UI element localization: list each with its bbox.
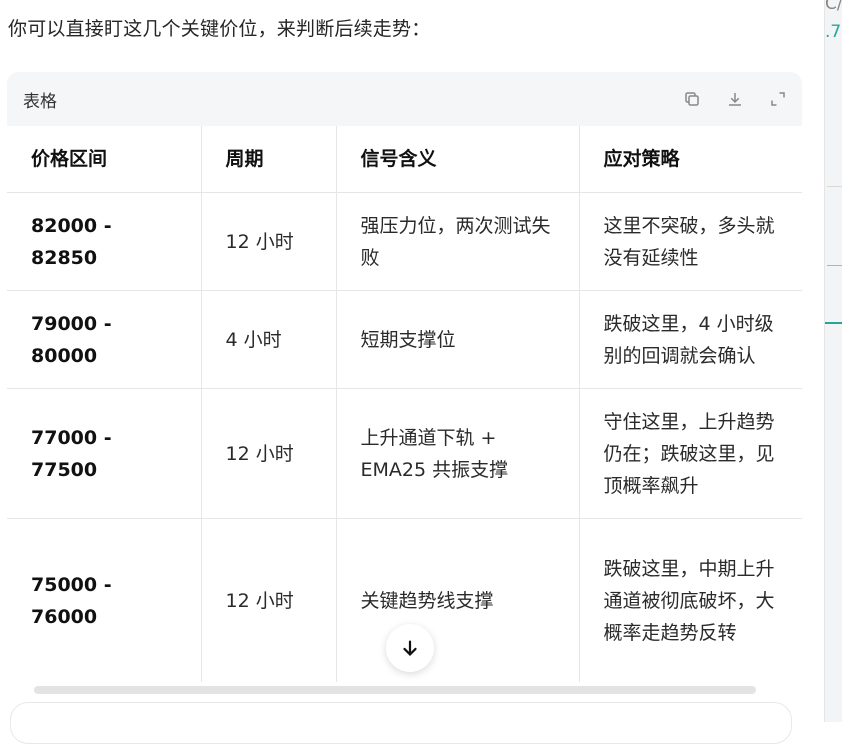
header-strategy: 应对策略: [579, 126, 802, 193]
signal-cell: 关键趋势线支撑: [336, 518, 580, 682]
table-header-row: 价格区间 周期 信号含义 应对策略: [7, 126, 802, 193]
side-label: C/U: [825, 0, 842, 14]
horizontal-scrollbar[interactable]: [34, 686, 756, 694]
signal-cell: 上升通道下轨 + EMA25 共振支撑: [336, 388, 580, 519]
strategy-cell: 这里不突破，多头就没有延续性: [579, 192, 802, 291]
side-chart-panel: C/U .7: [824, 0, 842, 722]
table-card: 表格 价格区间 周期 信号含义 应对策略 82000 - 82850 12 小时…: [7, 72, 802, 682]
header-price-range: 价格区间: [7, 126, 202, 193]
chart-line: [827, 186, 842, 187]
price-cell: 75000 - 76000: [7, 518, 202, 682]
copy-icon[interactable]: [681, 89, 702, 110]
period-cell: 12 小时: [201, 192, 337, 291]
table-wrapper: 价格区间 周期 信号含义 应对策略 82000 - 82850 12 小时 强压…: [7, 126, 802, 682]
signal-cell: 短期支撑位: [336, 290, 580, 389]
download-icon[interactable]: [724, 89, 745, 110]
card-actions: [681, 89, 788, 110]
intro-text: 你可以直接盯这几个关键价位，来判断后续走势：: [8, 18, 431, 40]
price-table: 价格区间 周期 信号含义 应对策略 82000 - 82850 12 小时 强压…: [7, 126, 802, 682]
side-value: .7: [825, 22, 842, 42]
table-row: 77000 - 77500 12 小时 上升通道下轨 + EMA25 共振支撑 …: [7, 388, 802, 519]
header-signal: 信号含义: [336, 126, 580, 193]
price-cell: 79000 - 80000: [7, 290, 202, 389]
arrow-down-icon: [403, 640, 417, 656]
price-cell: 82000 - 82850: [7, 192, 202, 291]
strategy-cell: 跌破这里，中期上升通道被彻底破坏，大概率走趋势反转: [579, 518, 802, 682]
period-cell: 12 小时: [201, 388, 337, 519]
period-cell: 12 小时: [201, 518, 337, 682]
header-period: 周期: [201, 126, 337, 193]
card-header: 表格: [7, 72, 802, 126]
strategy-cell: 守住这里，上升趋势仍在；跌破这里，见顶概率飙升: [579, 388, 802, 519]
chart-line: [825, 322, 842, 324]
card-title: 表格: [23, 91, 57, 112]
period-cell: 4 小时: [201, 290, 337, 389]
table-row: 82000 - 82850 12 小时 强压力位，两次测试失败 这里不突破，多头…: [7, 192, 802, 291]
expand-icon[interactable]: [767, 89, 788, 110]
price-cell: 77000 - 77500: [7, 388, 202, 519]
chat-input-box[interactable]: [10, 702, 792, 744]
strategy-cell: 跌破这里，4 小时级别的回调就会确认: [579, 290, 802, 389]
chart-line: [827, 265, 842, 266]
table-row: 79000 - 80000 4 小时 短期支撑位 跌破这里，4 小时级别的回调就…: [7, 290, 802, 389]
signal-cell: 强压力位，两次测试失败: [336, 192, 580, 291]
scroll-down-button[interactable]: [386, 624, 434, 672]
